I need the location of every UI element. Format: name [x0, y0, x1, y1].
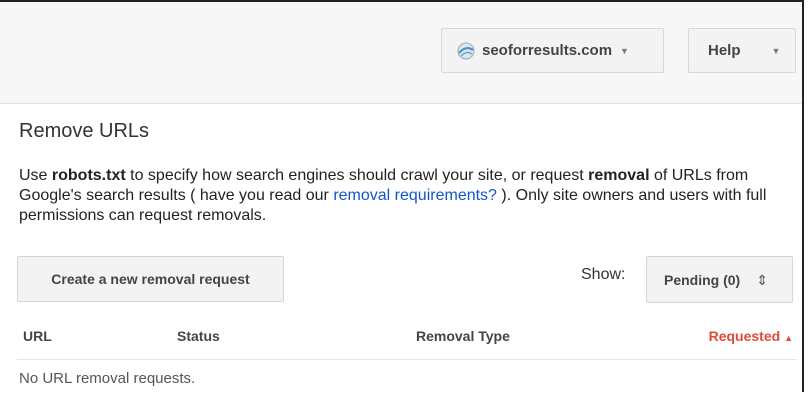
empty-state-message: No URL removal requests.: [19, 370, 196, 387]
column-url[interactable]: URL: [23, 328, 52, 344]
updown-arrows-icon: ⇕: [756, 271, 768, 288]
column-requested-label: Requested: [708, 328, 781, 344]
site-globe-icon: [456, 41, 476, 61]
column-requested[interactable]: Requested ▲: [709, 328, 793, 344]
show-filter-value: Pending (0): [664, 271, 741, 288]
site-selector-label: seoforresults.com: [482, 42, 613, 59]
help-button[interactable]: Help ▼: [688, 28, 796, 73]
table-header: URL Status Removal Type Requested ▲: [17, 318, 797, 360]
create-removal-request-button[interactable]: Create a new removal request: [17, 256, 284, 302]
show-label: Show:: [581, 266, 626, 283]
page-description: Use robots.txt to specify how search eng…: [19, 166, 801, 226]
site-selector-button[interactable]: seoforresults.com ▼: [441, 28, 664, 73]
removal-text: removal: [588, 167, 650, 184]
page-title: Remove URLs: [19, 120, 150, 142]
show-filter-select[interactable]: Pending (0) ⇕: [646, 256, 793, 303]
column-status[interactable]: Status: [177, 328, 220, 344]
desc-text-2: to specify how search engines should cra…: [125, 167, 589, 184]
top-bar: seoforresults.com ▼ Help ▼: [0, 2, 802, 104]
desc-text-1: Use: [19, 167, 52, 184]
help-label: Help: [708, 42, 741, 59]
column-removal-type[interactable]: Removal Type: [416, 328, 510, 344]
chevron-down-icon: ▼: [771, 45, 781, 56]
chevron-down-icon: ▼: [620, 45, 629, 56]
robots-txt-text: robots.txt: [51, 167, 126, 184]
removal-requirements-link[interactable]: removal requirements?: [333, 187, 497, 204]
sort-ascending-icon: ▲: [784, 333, 793, 343]
